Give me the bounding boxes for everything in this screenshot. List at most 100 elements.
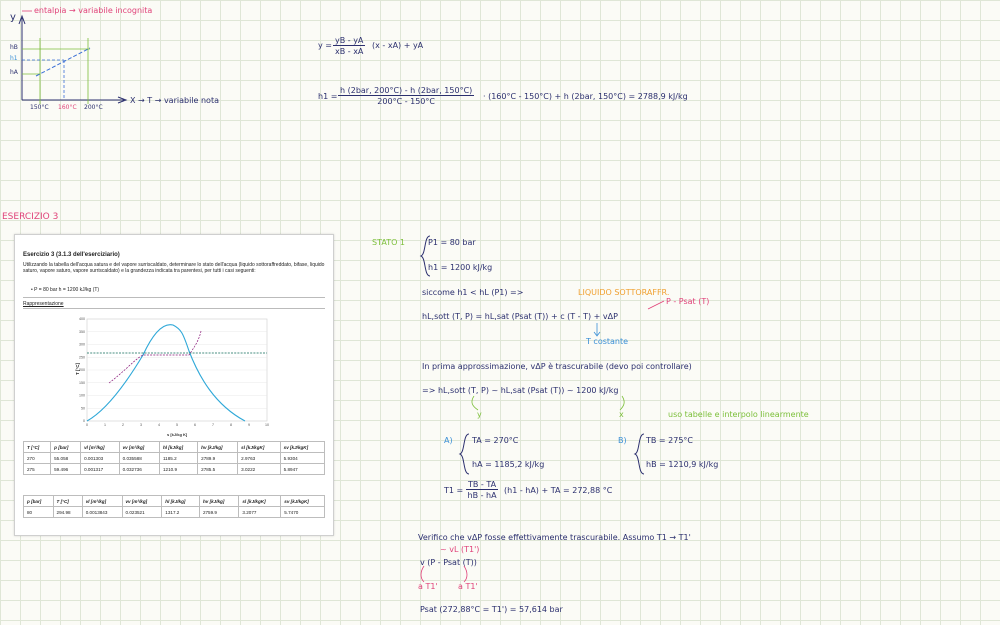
hb-value: hB = 1210,9 kJ/kg: [646, 460, 719, 469]
table-cell: 0.023521: [121, 506, 163, 518]
y-axis-note: entalpia → variabile incognita: [34, 6, 153, 15]
x-tick-label: 3: [140, 423, 142, 427]
y-tick-ha: hA: [10, 69, 18, 76]
y-tick-label: 50: [81, 406, 85, 410]
table-header: vv [m³/kg]: [121, 495, 163, 507]
y-tick-label: 150: [79, 381, 85, 385]
x-tick-150: 150°C: [30, 104, 49, 111]
exercise-screenshot: Esercizio 3 (3.1.3 dell'eserciziario) Ut…: [14, 234, 334, 536]
table-header: p [bar]: [23, 495, 54, 507]
stato-label: STATO 1: [372, 238, 406, 247]
table-cell: 0.001303: [80, 452, 120, 464]
p1-value: P1 = 80 bar: [428, 238, 476, 247]
y-tick-label: 350: [79, 330, 85, 334]
h1-value: h1 = 1200 kJ/kg: [428, 263, 493, 272]
table-cell: 0.001317: [80, 463, 120, 475]
table-cell: 5.9304: [279, 452, 326, 464]
exercise-title: Esercizio 3 (3.1.3 dell'eserciziario): [23, 252, 120, 258]
approx-equation: => hL,sott (T, P) ~ hL,sat (Psat (T)) ~ …: [422, 386, 619, 395]
table-header: vl [m³/kg]: [80, 441, 120, 453]
y-tick-label: 0: [83, 419, 85, 423]
x-tick-label: 6: [194, 423, 196, 427]
divider: [23, 297, 325, 298]
x-tick-label: 7: [212, 423, 214, 427]
table-header: hv [kJ/kg]: [198, 495, 240, 507]
section-title: ESERCIZIO 3: [2, 212, 59, 222]
t1-rhs: (h1 - hA) + TA = 272,88 °C: [504, 486, 613, 495]
a-t1-right: a T1': [458, 582, 478, 591]
table-header: vl [m³/kg]: [81, 495, 123, 507]
table-cell: 2785.5: [197, 463, 239, 475]
vl-t1: ~ vL (T1'): [440, 545, 480, 554]
arrow-x-label: x: [619, 410, 624, 419]
siccome-text: siccome h1 < hL (P1) =>: [422, 288, 524, 297]
table-header: sl [kJ/kgK]: [237, 441, 281, 453]
x-tick-label: 8: [230, 423, 232, 427]
table-cell: 59.496: [50, 463, 82, 475]
brace-a: [458, 433, 470, 475]
y-axis-label: y: [10, 12, 16, 23]
table-cell: 1317.2: [161, 506, 200, 518]
table-header: sv [kJ/kgK]: [280, 495, 325, 507]
interp-denominator: xB - xA: [335, 47, 364, 56]
table-header: T [°C]: [52, 495, 83, 507]
table-cell: 270: [22, 452, 52, 464]
table-cell: 0.032736: [118, 463, 160, 475]
table-cell: 0.0013843: [81, 506, 123, 518]
y-tick-h1: h1: [10, 55, 18, 62]
table-header: hv [kJ/kg]: [197, 441, 239, 453]
table-row: 270 55.058 0.001303 0.035588 1185.2 2789.9 2.9…: [22, 452, 326, 464]
table-cell: 1185.2: [158, 452, 199, 464]
h1-lhs: h1 =: [318, 92, 338, 101]
y-tick-hb: hB: [10, 44, 18, 51]
chart-y-label: T [°C]: [75, 362, 80, 375]
x-tick-label: 1: [104, 423, 106, 427]
t1-lhs: T1 =: [444, 486, 464, 495]
table-row: 80 294.98 0.0013843 0.023521 1317.2 2759.9 3.2…: [23, 506, 325, 518]
table-cell: 294.98: [52, 506, 83, 518]
table-header: sl [kJ/kgK]: [238, 495, 282, 507]
arrow-y-label: y: [477, 410, 482, 419]
brace-b: [633, 433, 645, 475]
x-tick-label: 5: [176, 423, 178, 427]
t1-denominator: hB - hA: [467, 491, 497, 500]
main-equation: hL,sott (T, P) = hL,sat (Psat (T)) + c (…: [422, 312, 618, 321]
a-t1-left: a T1': [418, 582, 438, 591]
liquido-sottoraffreddato: LIQUIDO SOTTORAFFR.: [578, 288, 670, 297]
table-cell: 5.8947: [279, 463, 326, 475]
y-tick-label: 300: [79, 343, 85, 347]
chart-x-label: s [kJ/kg K]: [167, 432, 188, 437]
table-header: sv [kJ/kgK]: [279, 441, 326, 453]
y-tick-label: 250: [79, 355, 85, 359]
case-a-label: A): [444, 436, 453, 445]
table-cell: 2.9763: [237, 452, 281, 464]
table-cell: 55.058: [50, 452, 82, 464]
h1-fraction: h (2bar, 200°C) - h (2bar, 150°C) 200°C …: [338, 86, 475, 106]
t-costante: T costante: [586, 337, 629, 346]
table-cell: 80: [23, 506, 54, 518]
blue-down-arrow: [593, 323, 601, 337]
table-header: vv [m³/kg]: [118, 441, 160, 453]
x-tick-label: 10: [265, 423, 269, 427]
tb-value: TB = 275°C: [646, 436, 694, 445]
x-tick-label: 9: [248, 423, 250, 427]
t1-numerator: TB - TA: [466, 480, 499, 490]
ts-diagram: 050100150200250300350400 0 1 2 3 4 5 6 7 8 9 10 T …: [75, 317, 269, 437]
table-cell: 5.7470: [280, 506, 325, 518]
table-row: 275 59.496 0.001317 0.032736 1210.9 2785.5 3.0…: [22, 463, 326, 475]
x-tick-label: 2: [122, 423, 124, 427]
x-tick-label: 4: [158, 423, 160, 427]
h1-numerator: h (2bar, 200°C) - h (2bar, 150°C): [338, 86, 475, 96]
x-tick-200: 200°C: [84, 104, 103, 111]
y-tick-label: 100: [79, 394, 85, 398]
t1-fraction: TB - TA hB - hA: [466, 480, 499, 500]
x-tick-label: 0: [86, 423, 88, 427]
table-header: p [bar]: [50, 441, 82, 453]
x-tick-160: 160°C: [58, 104, 77, 111]
p-psat-label: P - Psat (T): [666, 297, 710, 306]
pink-arrow: [647, 300, 665, 310]
table-header: T [°C]: [22, 441, 52, 453]
exercise-text: Utilizzando la tabella dell'acqua satura…: [23, 262, 325, 275]
ta-value: TA = 270°C: [472, 436, 519, 445]
table-cell: 2789.9: [197, 452, 239, 464]
